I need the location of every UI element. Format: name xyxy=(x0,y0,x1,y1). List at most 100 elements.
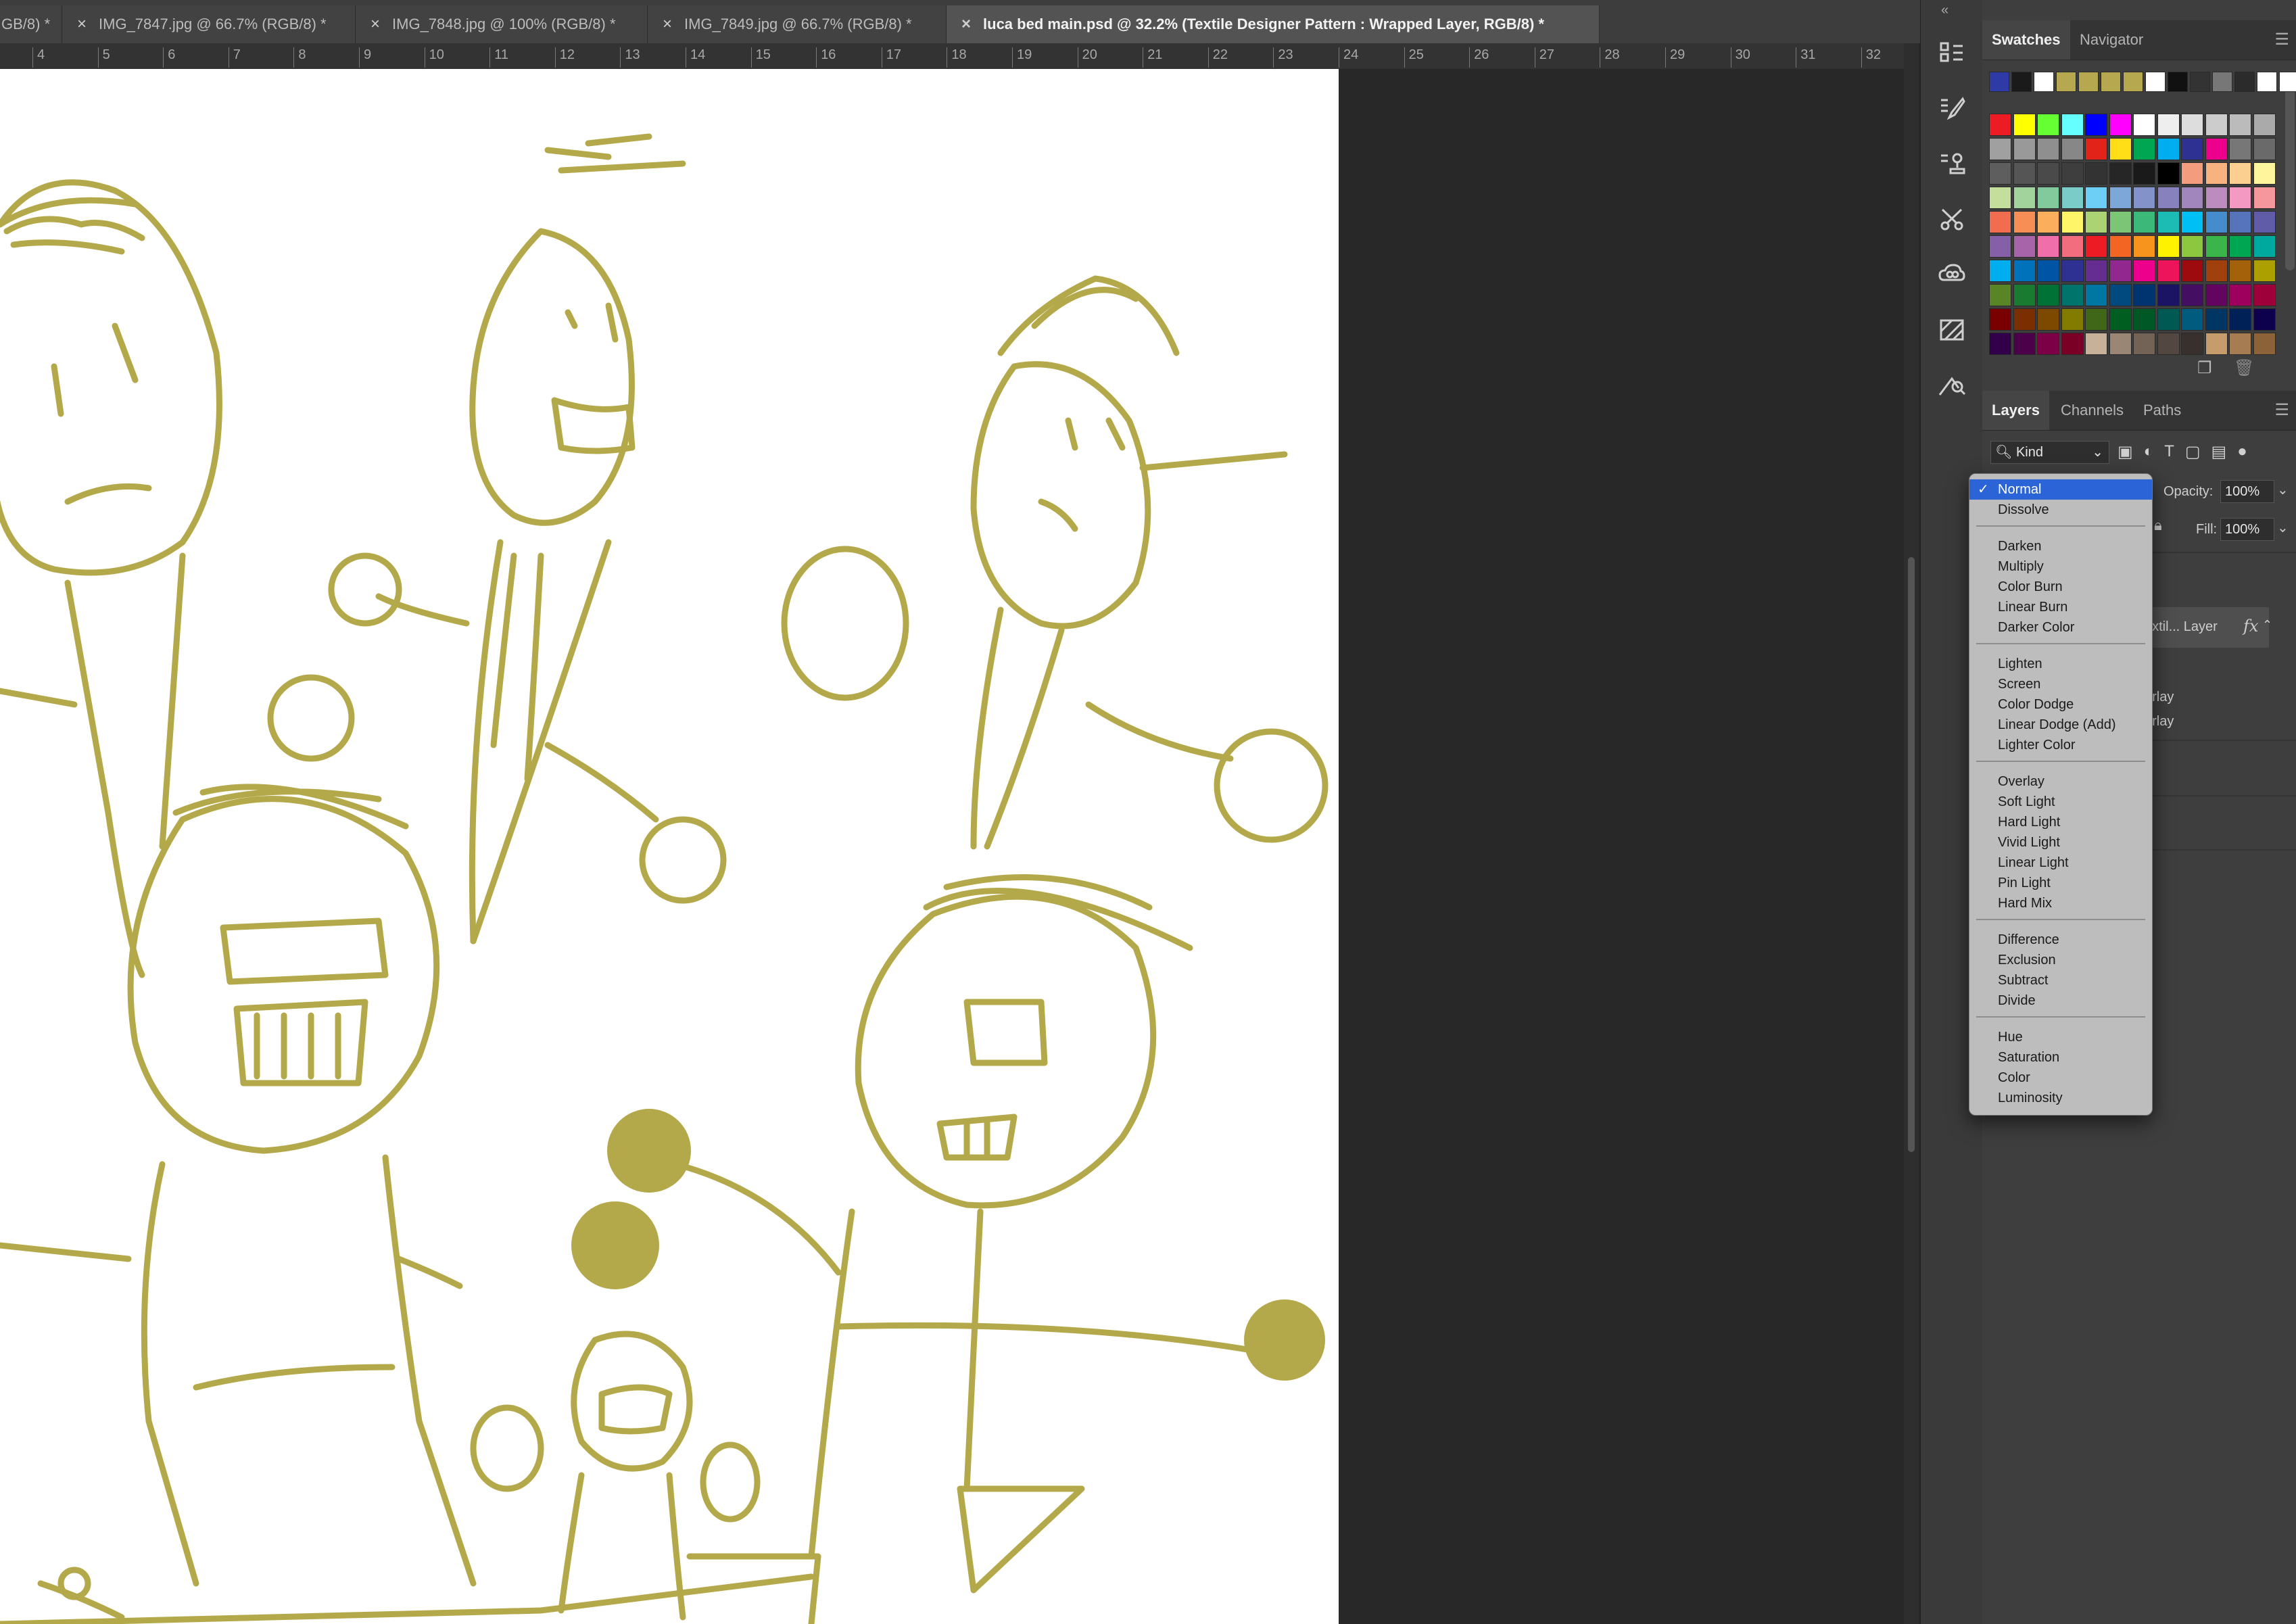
color-swatch[interactable] xyxy=(2253,162,2276,185)
color-swatch[interactable] xyxy=(2133,162,2155,185)
color-swatch[interactable] xyxy=(2181,235,2203,258)
color-swatch[interactable] xyxy=(2037,138,2059,160)
color-swatch[interactable] xyxy=(2085,308,2107,331)
color-swatch[interactable] xyxy=(2061,211,2084,233)
tab-navigator[interactable]: Navigator xyxy=(2070,20,2153,59)
color-swatch[interactable] xyxy=(2229,211,2251,233)
color-swatch[interactable] xyxy=(2181,333,2203,355)
blend-mode-item[interactable]: Hard Mix xyxy=(1969,893,2152,913)
blend-mode-item[interactable]: Darker Color xyxy=(1969,617,2152,638)
color-swatch[interactable] xyxy=(2037,333,2059,355)
color-swatch[interactable] xyxy=(2109,187,2132,209)
color-swatch[interactable] xyxy=(2181,211,2203,233)
color-swatch[interactable] xyxy=(2013,308,2036,331)
canvas-area[interactable] xyxy=(0,69,1904,1624)
type-layer-filter-icon[interactable]: T xyxy=(2164,442,2174,462)
filter-toggle-icon[interactable]: ● xyxy=(2237,442,2247,462)
document-canvas[interactable] xyxy=(0,69,1339,1624)
new-swatch-icon[interactable]: ❐ xyxy=(2197,358,2212,378)
blend-mode-item[interactable]: Color xyxy=(1969,1068,2152,1088)
vertical-scrollbar[interactable] xyxy=(1904,43,1919,1624)
close-icon[interactable]: × xyxy=(370,15,380,34)
color-swatch[interactable] xyxy=(2109,333,2132,355)
color-swatch[interactable] xyxy=(1989,211,2011,233)
blend-mode-item[interactable]: Overlay xyxy=(1969,771,2152,792)
recent-swatch[interactable] xyxy=(2011,72,2032,92)
color-swatch[interactable] xyxy=(2229,333,2251,355)
color-swatch[interactable] xyxy=(2013,138,2036,160)
color-swatch[interactable] xyxy=(2037,284,2059,306)
opacity-field[interactable]: 100% xyxy=(2220,480,2274,503)
color-swatch[interactable] xyxy=(2013,333,2036,355)
color-swatch[interactable] xyxy=(2133,333,2155,355)
blend-mode-item[interactable]: Dissolve xyxy=(1969,500,2152,520)
tab-img-7847[interactable]: × IMG_7847.jpg @ 66.7% (RGB/8) * xyxy=(62,5,356,43)
color-swatch[interactable] xyxy=(2181,308,2203,331)
color-swatch[interactable] xyxy=(2157,162,2180,185)
blend-mode-item[interactable]: Screen xyxy=(1969,674,2152,694)
color-swatch[interactable] xyxy=(2013,211,2036,233)
color-swatch[interactable] xyxy=(2157,187,2180,209)
color-swatch[interactable] xyxy=(2253,235,2276,258)
color-swatch[interactable] xyxy=(2037,211,2059,233)
color-swatch[interactable] xyxy=(1989,114,2011,136)
color-swatch[interactable] xyxy=(2085,333,2107,355)
color-swatch[interactable] xyxy=(2181,187,2203,209)
color-swatch[interactable] xyxy=(2229,138,2251,160)
smart-object-filter-icon[interactable]: ▤ xyxy=(2211,442,2227,462)
color-swatch[interactable] xyxy=(2253,284,2276,306)
collapse-panels-icon[interactable]: « xyxy=(1941,3,1948,18)
color-swatch[interactable] xyxy=(2133,235,2155,258)
color-swatch[interactable] xyxy=(2109,308,2132,331)
brush-settings-icon[interactable] xyxy=(1934,91,1969,126)
color-swatch[interactable] xyxy=(2085,235,2107,258)
color-swatch[interactable] xyxy=(2037,187,2059,209)
color-swatch[interactable] xyxy=(2205,235,2228,258)
color-swatch[interactable] xyxy=(2229,114,2251,136)
tab-document-0[interactable]: GB/8) * xyxy=(0,5,62,43)
color-swatch[interactable] xyxy=(2229,187,2251,209)
color-swatch[interactable] xyxy=(2085,211,2107,233)
color-swatch[interactable] xyxy=(2037,308,2059,331)
color-swatch[interactable] xyxy=(2109,211,2132,233)
blend-mode-dropdown[interactable]: ✓ Normal Dissolve Darken Multiply Color Burn L… xyxy=(1969,473,2153,1116)
blend-mode-item[interactable]: Linear Light xyxy=(1969,853,2152,873)
color-swatch[interactable] xyxy=(2253,138,2276,160)
color-swatch[interactable] xyxy=(2181,284,2203,306)
tab-img-7849[interactable]: × IMG_7849.jpg @ 66.7% (RGB/8) * xyxy=(648,5,947,43)
color-swatch[interactable] xyxy=(2157,114,2180,136)
recent-swatch[interactable] xyxy=(2257,72,2277,92)
color-swatch[interactable] xyxy=(2013,187,2036,209)
recent-swatch[interactable] xyxy=(2056,72,2076,92)
color-swatch[interactable] xyxy=(2013,260,2036,282)
scrollbar-thumb[interactable] xyxy=(1908,557,1915,1152)
color-swatch[interactable] xyxy=(2133,260,2155,282)
history-icon[interactable] xyxy=(1934,35,1969,70)
color-swatch[interactable] xyxy=(2109,138,2132,160)
blend-mode-item[interactable]: Darken xyxy=(1969,536,2152,556)
blend-mode-item[interactable]: Linear Dodge (Add) xyxy=(1969,715,2152,735)
color-swatch[interactable] xyxy=(2037,162,2059,185)
color-swatch[interactable] xyxy=(2061,308,2084,331)
color-swatch[interactable] xyxy=(1989,138,2011,160)
recent-swatch[interactable] xyxy=(2234,72,2255,92)
blend-mode-item[interactable]: Hard Light xyxy=(1969,812,2152,832)
color-swatch[interactable] xyxy=(2061,333,2084,355)
swatches-scrollbar[interactable] xyxy=(2285,74,2295,270)
blend-mode-item[interactable]: Multiply xyxy=(1969,556,2152,577)
color-swatch[interactable] xyxy=(2229,162,2251,185)
close-icon[interactable]: × xyxy=(77,15,87,34)
color-swatch[interactable] xyxy=(1989,308,2011,331)
color-swatch[interactable] xyxy=(2205,138,2228,160)
color-swatch[interactable] xyxy=(2037,114,2059,136)
color-swatch[interactable] xyxy=(1989,162,2011,185)
color-swatch[interactable] xyxy=(2229,260,2251,282)
color-swatch[interactable] xyxy=(2013,235,2036,258)
color-swatch[interactable] xyxy=(1989,333,2011,355)
blend-mode-item[interactable]: ✓ Normal xyxy=(1969,479,2152,500)
color-swatch[interactable] xyxy=(2109,284,2132,306)
blend-mode-item[interactable]: Pin Light xyxy=(1969,873,2152,893)
tab-luca-bed-main[interactable]: × luca bed main.psd @ 32.2% (Textile Desi… xyxy=(947,5,1600,43)
color-swatch[interactable] xyxy=(2061,187,2084,209)
color-swatch[interactable] xyxy=(2013,114,2036,136)
